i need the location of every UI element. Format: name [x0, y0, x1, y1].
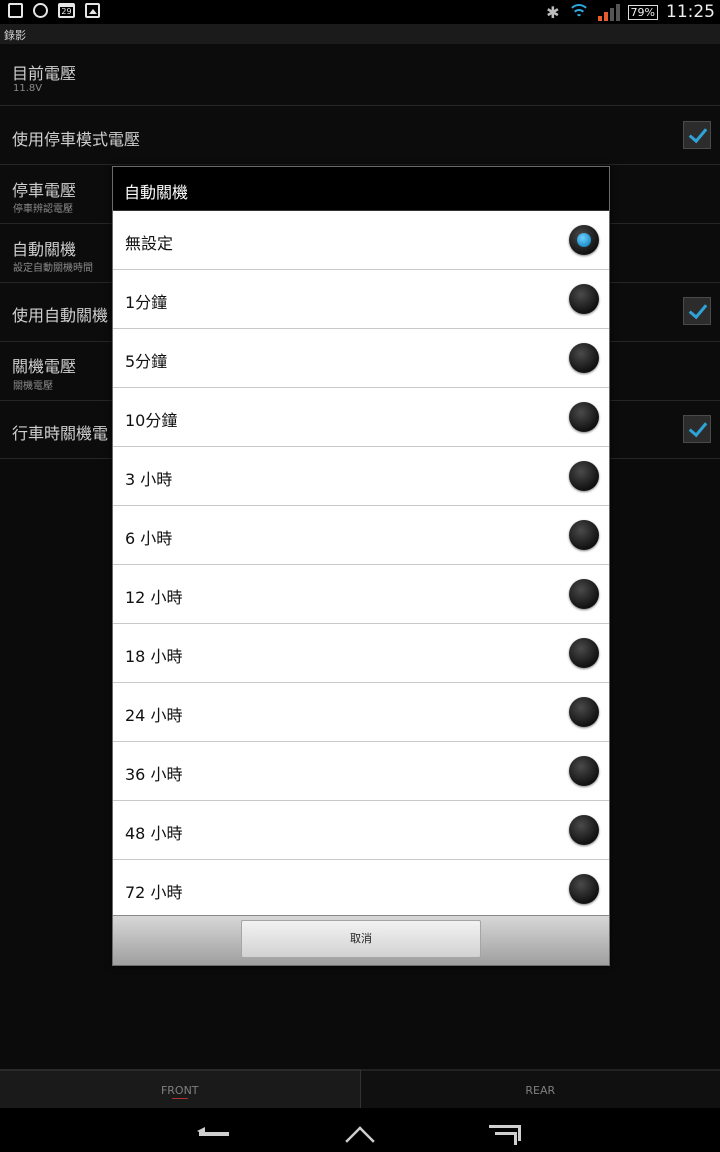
option-item[interactable]: 72 小時	[113, 860, 609, 918]
app-title-bar: 錄影	[0, 24, 720, 44]
option-label: 48 小時	[125, 824, 183, 843]
navigation-bar	[0, 1108, 720, 1152]
battery-icon: 79%	[627, 4, 658, 20]
option-label: 1分鐘	[125, 293, 168, 312]
auto-shutdown-dialog: 自動關機 無設定 1分鐘 5分鐘 10分鐘 3 小時 6 小時 12 小時 18 小時 24 小…	[112, 166, 610, 966]
back-icon[interactable]	[197, 1127, 229, 1136]
setting-title: 目前電壓	[12, 64, 77, 83]
calendar-day: 29	[61, 7, 72, 16]
option-label: 3 小時	[125, 470, 173, 489]
cancel-button[interactable]: 取消	[241, 920, 481, 958]
sync-icon	[33, 3, 48, 18]
option-item[interactable]: 無設定	[113, 211, 609, 270]
option-item[interactable]: 36 小時	[113, 742, 609, 801]
gallery-icon	[85, 3, 100, 18]
option-item[interactable]: 24 小時	[113, 683, 609, 742]
recent-apps-icon[interactable]	[489, 1125, 521, 1145]
setting-title: 自動關機	[12, 240, 77, 259]
status-bar: 29 ✱ 79% 11:25	[0, 0, 720, 24]
option-label: 24 小時	[125, 706, 183, 725]
tab-front[interactable]: FRONT	[0, 1069, 361, 1108]
screenshot-icon	[8, 3, 23, 18]
option-item[interactable]: 5分鐘	[113, 329, 609, 388]
dialog-footer: 取消	[113, 915, 609, 965]
setting-title: 停車電壓	[12, 181, 77, 200]
tab-rear[interactable]: REAR	[360, 1069, 720, 1108]
dialog-header: 自動關機	[113, 167, 609, 211]
setting-subtitle: 11.8V	[13, 83, 43, 94]
system-icons: ✱ 79% 11:25	[546, 0, 715, 24]
setting-subtitle: 關機電壓	[13, 381, 53, 392]
setting-title: 關機電壓	[12, 357, 77, 376]
setting-use-parking-voltage[interactable]: 使用停車模式電壓	[0, 106, 720, 165]
dialog-title: 自動關機	[124, 183, 189, 202]
radio-button-icon[interactable]	[569, 874, 599, 904]
option-item[interactable]: 18 小時	[113, 624, 609, 683]
setting-subtitle: 停車辨認電壓	[13, 204, 73, 215]
calendar-icon: 29	[58, 3, 75, 18]
option-item[interactable]: 12 小時	[113, 565, 609, 624]
option-item[interactable]: 3 小時	[113, 447, 609, 506]
option-label: 無設定	[125, 234, 174, 253]
option-label: 6 小時	[125, 529, 173, 548]
setting-title: 使用停車模式電壓	[12, 130, 141, 149]
radio-button-icon[interactable]	[569, 815, 599, 845]
option-list: 無設定 1分鐘 5分鐘 10分鐘 3 小時 6 小時 12 小時 18 小時 24 小時 36 小…	[113, 211, 609, 918]
camera-tabs: FRONT REAR	[0, 1069, 720, 1108]
option-label: 5分鐘	[125, 352, 168, 371]
setting-current-voltage[interactable]: 目前電壓 11.8V	[0, 44, 720, 106]
radio-button-icon[interactable]	[569, 579, 599, 609]
radio-button-icon[interactable]	[569, 520, 599, 550]
radio-button-icon[interactable]	[569, 225, 599, 255]
radio-button-icon[interactable]	[569, 402, 599, 432]
option-label: 72 小時	[125, 883, 183, 902]
radio-button-icon[interactable]	[569, 284, 599, 314]
clock: 11:25	[666, 2, 715, 22]
checkbox-use-parking-voltage[interactable]	[683, 121, 711, 149]
wifi-icon	[567, 3, 590, 21]
setting-title: 使用自動關機	[12, 306, 109, 325]
app-title: 錄影	[4, 29, 26, 42]
option-label: 10分鐘	[125, 411, 178, 430]
notification-icons: 29	[8, 3, 100, 18]
option-item[interactable]: 48 小時	[113, 801, 609, 860]
option-label: 18 小時	[125, 647, 183, 666]
option-item[interactable]: 10分鐘	[113, 388, 609, 447]
option-item[interactable]: 6 小時	[113, 506, 609, 565]
setting-title: 行車時關機電	[12, 424, 109, 443]
home-icon[interactable]	[345, 1126, 375, 1152]
option-item[interactable]: 1分鐘	[113, 270, 609, 329]
setting-subtitle: 設定自動關機時間	[13, 263, 93, 274]
radio-button-icon[interactable]	[569, 697, 599, 727]
radio-button-icon[interactable]	[569, 461, 599, 491]
checkbox-driving-shutdown[interactable]	[683, 415, 711, 443]
radio-button-icon[interactable]	[569, 756, 599, 786]
bluetooth-icon: ✱	[546, 2, 560, 22]
radio-button-icon[interactable]	[569, 638, 599, 668]
signal-icon	[597, 3, 620, 21]
option-label: 36 小時	[125, 765, 183, 784]
radio-button-icon[interactable]	[569, 343, 599, 373]
option-label: 12 小時	[125, 588, 183, 607]
checkbox-use-auto-shutdown[interactable]	[683, 297, 711, 325]
